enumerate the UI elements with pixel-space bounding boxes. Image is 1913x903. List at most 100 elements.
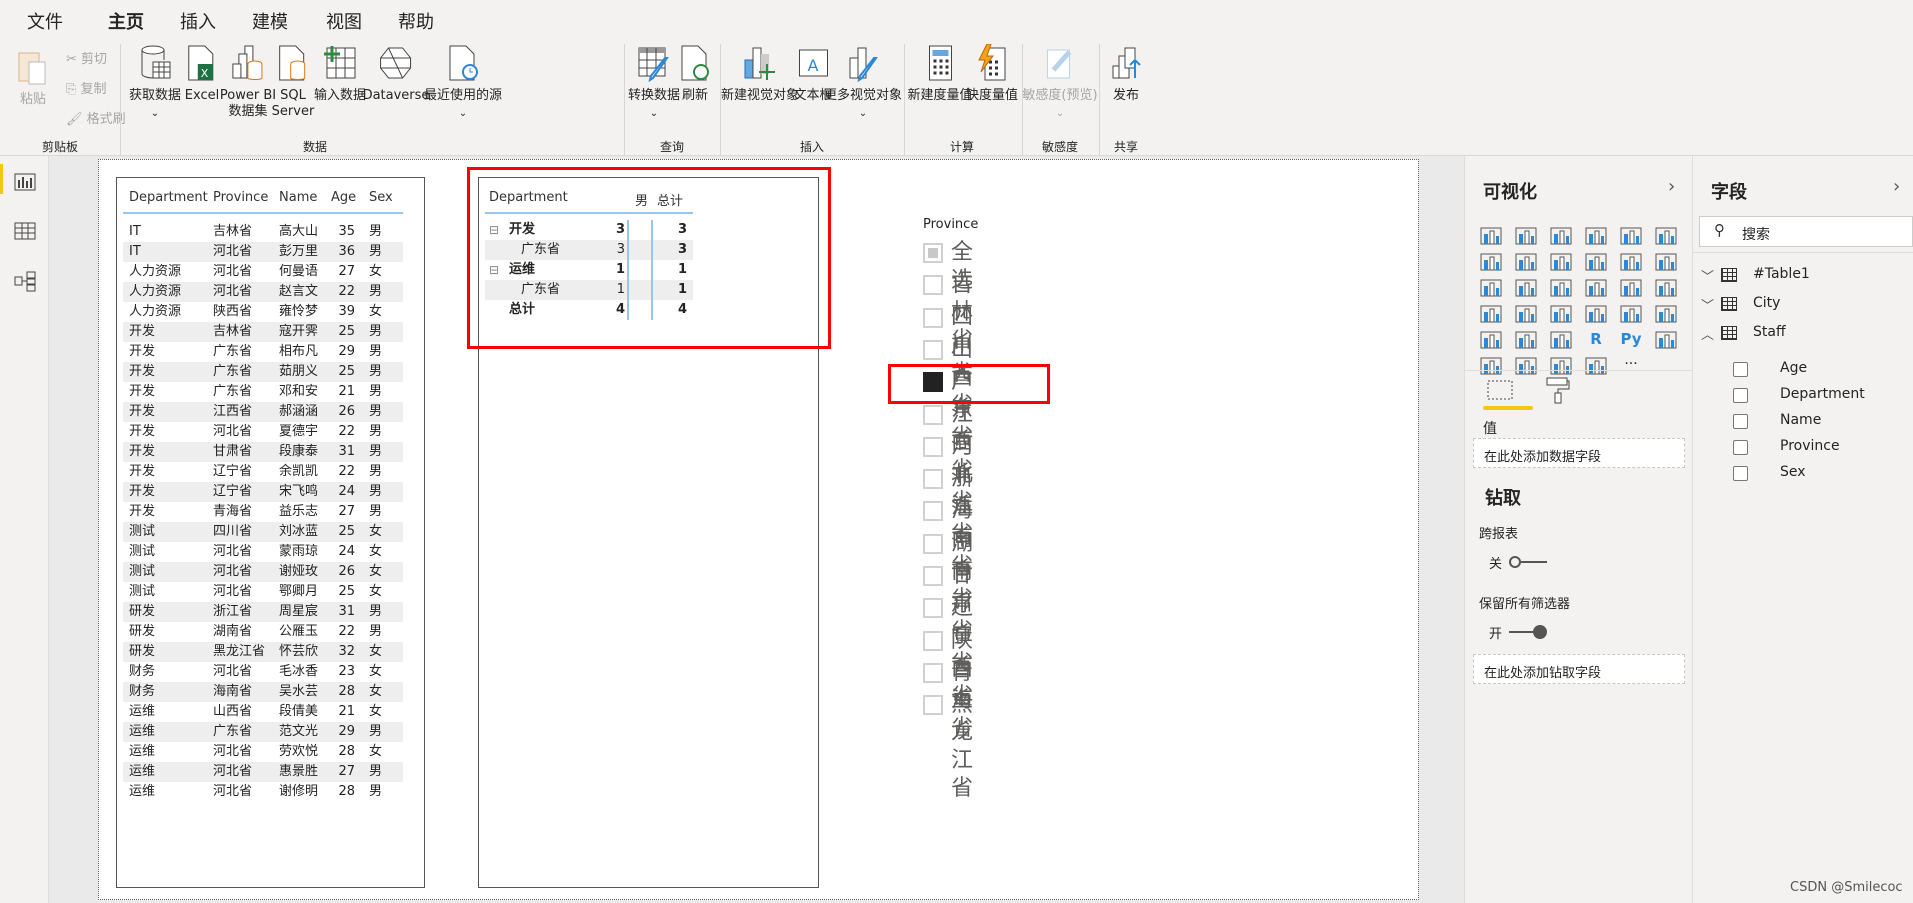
table-row[interactable]: 开发 辽宁省 余凯凯 22 男: [123, 462, 403, 482]
column-header-name[interactable]: Name: [279, 190, 317, 205]
excel-button[interactable]: X Excel: [185, 44, 219, 104]
dataverse-button[interactable]: Dataverse: [363, 44, 429, 104]
report-view-icon[interactable]: [12, 170, 38, 192]
treemap-icon[interactable]: [1655, 278, 1677, 298]
table-row[interactable]: 开发 河北省 夏德宇 22 男: [123, 422, 403, 442]
table-row[interactable]: 开发 广东省 邓和安 21 男: [123, 382, 403, 402]
table-row[interactable]: 开发 广东省 茹朋义 25 男: [123, 362, 403, 382]
table-row[interactable]: 人力资源 河北省 赵言文 22 男: [123, 282, 403, 302]
decomposition-tree-icon[interactable]: [1480, 356, 1502, 376]
qa-icon[interactable]: [1515, 356, 1537, 376]
format-painter-button[interactable]: 🖌 格式刷: [66, 108, 126, 127]
refresh-button[interactable]: 刷新: [678, 44, 712, 104]
checkbox[interactable]: [923, 630, 943, 651]
new-measure-button[interactable]: 新建度量值: [907, 44, 973, 104]
table-row[interactable]: 人力资源 陕西省 雍怜梦 39 女: [123, 302, 403, 322]
column-header-sex[interactable]: Sex: [369, 190, 393, 205]
matrix-icon[interactable]: [1550, 330, 1572, 350]
field-item[interactable]: Age: [1693, 360, 1913, 382]
table-row[interactable]: 研发 浙江省 周星宸 31 男: [123, 602, 403, 622]
table-row[interactable]: 研发 湖南省 公雁玉 22 男: [123, 622, 403, 642]
pie-icon[interactable]: [1585, 278, 1607, 298]
checkbox[interactable]: [923, 662, 943, 683]
table-row[interactable]: 开发 甘肃省 段康泰 31 男: [123, 442, 403, 462]
field-checkbox[interactable]: [1733, 466, 1748, 481]
field-table[interactable]: ﹀ #Table1: [1693, 266, 1913, 290]
gauge-icon[interactable]: [1550, 304, 1572, 324]
stacked-bar-icon[interactable]: [1480, 226, 1502, 246]
cut-button[interactable]: ✂ 剪切: [66, 48, 107, 67]
checkbox[interactable]: [923, 436, 943, 457]
chevron-down-icon[interactable]: ﹀: [1701, 295, 1714, 314]
table-row[interactable]: 开发 江西省 郝涵涵 26 男: [123, 402, 403, 422]
field-checkbox[interactable]: [1733, 414, 1748, 429]
scatter-icon[interactable]: [1550, 278, 1572, 298]
values-drop-zone[interactable]: 在此处添加数据字段: [1473, 438, 1685, 468]
tab-home[interactable]: 主页: [108, 8, 144, 43]
smart-narrative-icon[interactable]: [1550, 356, 1572, 376]
clustered-column-icon[interactable]: [1585, 226, 1607, 246]
field-checkbox[interactable]: [1733, 362, 1748, 377]
clustered-bar-icon[interactable]: [1550, 226, 1572, 246]
line-icon[interactable]: [1480, 252, 1502, 272]
cross-report-toggle[interactable]: 关: [1489, 553, 1549, 572]
table-row[interactable]: 测试 河北省 蒙雨琼 24 女: [123, 542, 403, 562]
tab-insert[interactable]: 插入: [180, 8, 216, 34]
checkbox[interactable]: [923, 695, 943, 716]
table-row[interactable]: 运维 河北省 谢修明 28 男: [123, 782, 403, 802]
table-row[interactable]: IT 吉林省 高大山 35 男: [123, 222, 403, 242]
model-view-icon[interactable]: [12, 270, 38, 292]
tab-view[interactable]: 视图: [326, 8, 362, 34]
table-row[interactable]: 运维 山西省 段倩美 21 女: [123, 702, 403, 722]
table-row[interactable]: 测试 河北省 鄂卿月 25 女: [123, 582, 403, 602]
recent-sources-button[interactable]: 最近使用的源 ⌄: [424, 44, 502, 122]
table-icon[interactable]: [1515, 330, 1537, 350]
stacked-column-icon[interactable]: [1515, 226, 1537, 246]
search-input[interactable]: ⚲ 搜索: [1699, 216, 1913, 247]
card-icon[interactable]: [1585, 304, 1607, 324]
donut-icon[interactable]: [1620, 278, 1642, 298]
drillthrough-drop-zone[interactable]: 在此处添加钻取字段: [1473, 654, 1685, 684]
checkbox[interactable]: [923, 307, 943, 328]
more-visuals-button[interactable]: 更多视觉对象 ⌄: [824, 44, 902, 122]
stacked-area-icon[interactable]: [1550, 252, 1572, 272]
checkbox[interactable]: [923, 275, 943, 296]
table-row[interactable]: 开发 吉林省 寇开霁 25 男: [123, 322, 403, 342]
table-row[interactable]: IT 河北省 彭万里 36 男: [123, 242, 403, 262]
field-item[interactable]: Name: [1693, 412, 1913, 434]
table-row[interactable]: 开发 广东省 相布凡 29 男: [123, 342, 403, 362]
column-header-province[interactable]: Province: [213, 190, 268, 205]
field-checkbox[interactable]: [1733, 440, 1748, 455]
table-row[interactable]: 人力资源 河北省 何曼语 27 女: [123, 262, 403, 282]
paste-button[interactable]: 粘贴: [16, 48, 50, 108]
table-visual[interactable]: Department Province Name Age Sex IT 吉林省 高大…: [116, 177, 425, 888]
python-visual-icon[interactable]: Py: [1620, 330, 1642, 350]
province-slicer[interactable]: Province 全选 吉林省 四川省 山西省 广东省 江西省 河北省 浙江省 海南省 湖南省 甘肃…: [920, 215, 1120, 801]
checkbox[interactable]: [923, 469, 943, 490]
column-header-department[interactable]: Department: [129, 190, 208, 205]
table-row[interactable]: 开发 青海省 益乐志 27 男: [123, 502, 403, 522]
waterfall-icon[interactable]: [1480, 278, 1502, 298]
format-paint-roller-icon[interactable]: [1545, 376, 1571, 404]
powerbi-dataset-button[interactable]: Power BI 数据集: [220, 44, 276, 120]
copy-button[interactable]: ⎘ 复制: [66, 78, 107, 97]
tab-file[interactable]: 文件: [27, 8, 63, 34]
table-row[interactable]: 财务 河北省 毛冰香 23 女: [123, 662, 403, 682]
checkbox[interactable]: [923, 501, 943, 522]
data-view-icon[interactable]: [12, 220, 38, 242]
table-row[interactable]: 开发 辽宁省 宋飞鸣 24 男: [123, 482, 403, 502]
quick-measure-button[interactable]: 快度量值: [966, 44, 1018, 104]
chevron-right-icon[interactable]: ›: [1893, 176, 1900, 197]
funnel-icon[interactable]: [1515, 278, 1537, 298]
keep-filters-toggle[interactable]: 开: [1489, 623, 1549, 642]
field-item[interactable]: Department: [1693, 386, 1913, 408]
select-all-checkbox[interactable]: [923, 243, 943, 263]
checkbox[interactable]: [923, 566, 943, 586]
column-header-age[interactable]: Age: [331, 190, 356, 205]
line-clustered-column-icon[interactable]: [1620, 252, 1642, 272]
100-bar-icon[interactable]: [1620, 226, 1642, 246]
tab-help[interactable]: 帮助: [398, 8, 434, 34]
field-item[interactable]: Sex: [1693, 464, 1913, 486]
field-checkbox[interactable]: [1733, 388, 1748, 403]
transform-data-button[interactable]: 转换数据 ⌄: [628, 44, 680, 122]
